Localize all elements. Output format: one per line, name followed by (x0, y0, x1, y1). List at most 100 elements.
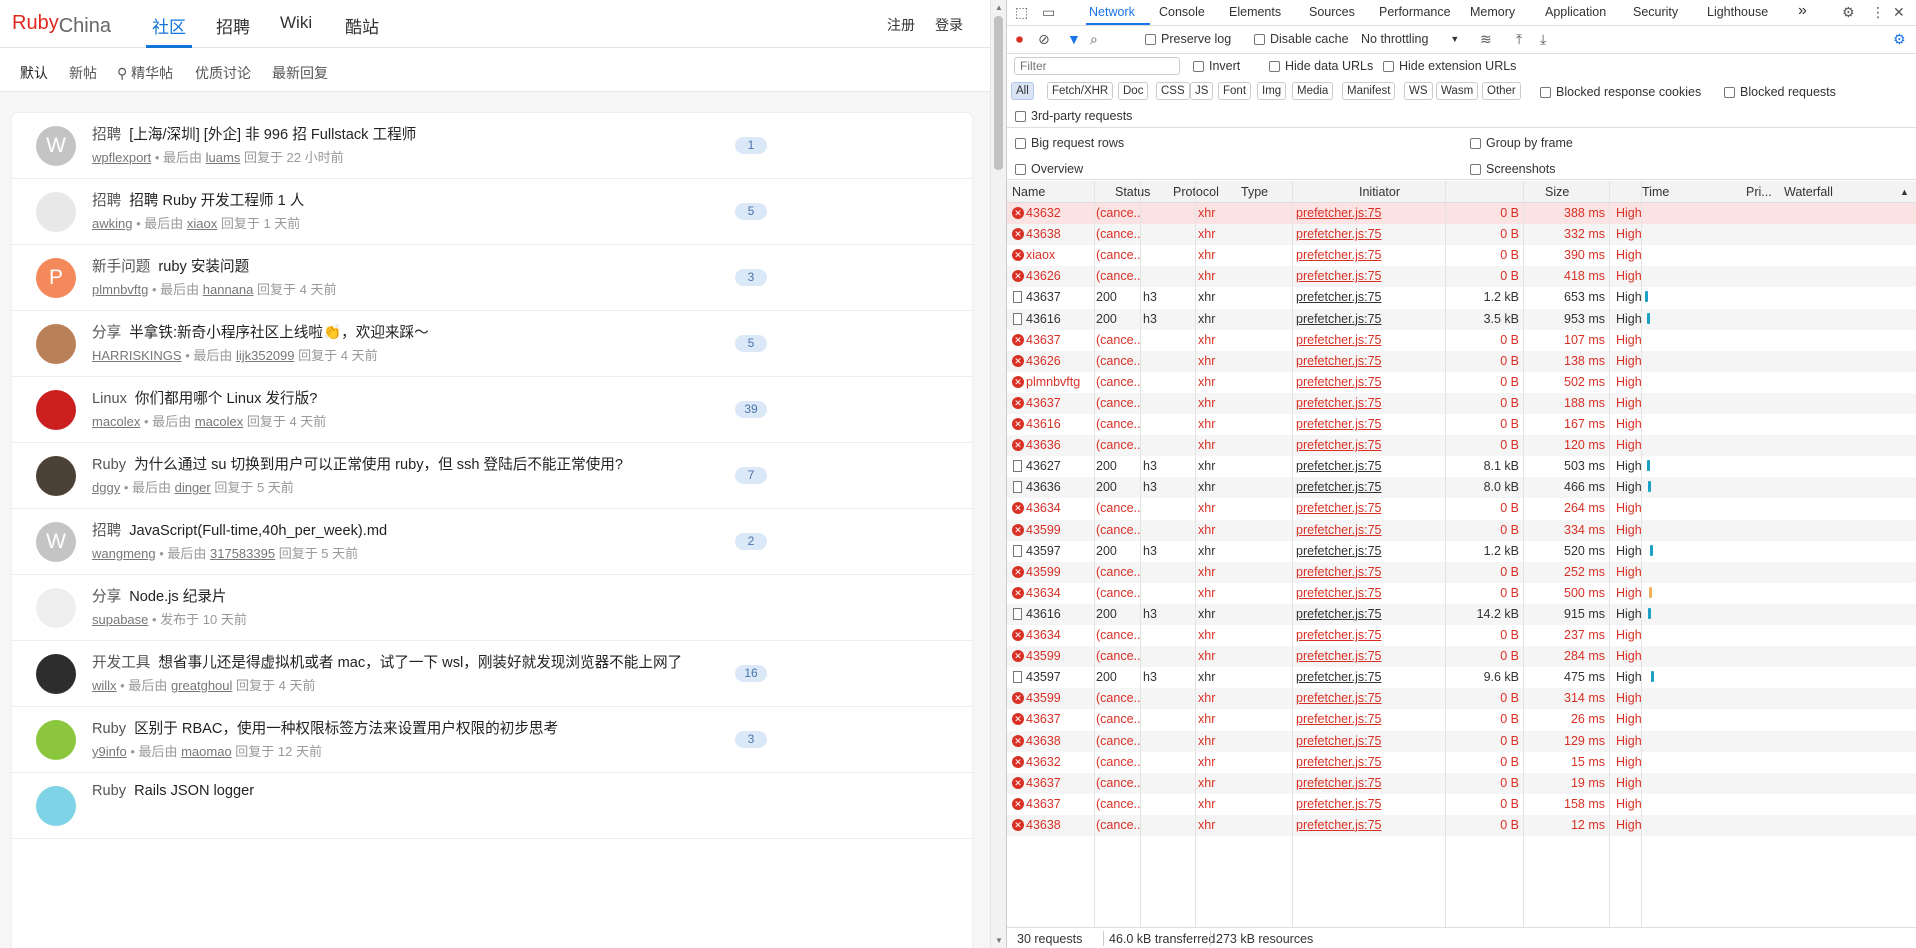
avatar[interactable]: P (36, 258, 76, 298)
topic-title[interactable]: 招聘 JavaScript(Full-time,40h_per_week).md (92, 519, 387, 540)
request-row[interactable]: 43597 200 h3 xhr prefetcher.js:75 9.6 kB 475 m… (1007, 667, 1916, 688)
request-initiator[interactable]: prefetcher.js:75 (1296, 354, 1446, 368)
request-row[interactable]: ✕ 43637 (cance... xhr prefetcher.js:75 0 B 188… (1007, 392, 1916, 414)
chip-ws[interactable]: WS (1404, 82, 1433, 100)
reply-count-badge[interactable]: 3 (735, 269, 767, 286)
request-initiator[interactable]: prefetcher.js:75 (1296, 586, 1446, 600)
topic-node[interactable]: 开发工具 (92, 655, 150, 671)
request-initiator[interactable]: prefetcher.js:75 (1296, 206, 1446, 220)
topic-title-text[interactable]: 区别于 RBAC，使用一种权限标签方法来设置用户权限的初步思考 (134, 721, 558, 737)
request-row[interactable]: ✕ 43616 (cance... xhr prefetcher.js:75 0 B 167… (1007, 414, 1916, 435)
request-row[interactable]: ✕ 43599 (cance... xhr prefetcher.js:75 0 B 334… (1007, 519, 1916, 541)
chip-manifest[interactable]: Manifest (1342, 82, 1396, 100)
filter-icon[interactable]: ▼ (1067, 31, 1081, 47)
request-initiator[interactable]: prefetcher.js:75 (1296, 607, 1446, 621)
nav-wiki[interactable]: Wiki (280, 13, 312, 33)
request-row[interactable]: ✕ 43626 (cance... xhr prefetcher.js:75 0 B 418… (1007, 266, 1916, 288)
chip-css[interactable]: CSS (1156, 82, 1190, 100)
settings-gear-icon[interactable]: ⚙ (1842, 4, 1855, 21)
col-type[interactable]: Type (1241, 185, 1268, 199)
tab-sources[interactable]: Sources (1309, 5, 1355, 19)
request-initiator[interactable]: prefetcher.js:75 (1296, 501, 1446, 515)
record-stop-icon[interactable]: ⏺ (1016, 31, 1023, 48)
topic-title[interactable]: Ruby 区别于 RBAC，使用一种权限标签方法来设置用户权限的初步思考 (92, 717, 558, 738)
close-devtools-icon[interactable]: ✕ (1893, 4, 1905, 21)
request-row[interactable]: ✕ 43599 (cance... xhr prefetcher.js:75 0 B 284… (1007, 646, 1916, 668)
topic-author[interactable]: macolex (92, 414, 140, 429)
avatar[interactable]: W (36, 522, 76, 562)
topic-node[interactable]: 分享 (92, 325, 121, 341)
filter-excellent[interactable]: ⚲ 精华帖 (117, 63, 173, 83)
scroll-thumb[interactable] (994, 16, 1003, 170)
topic-title[interactable]: 开发工具 想省事儿还是得虚拟机或者 mac，试了一下 wsl，刚装好就发现浏览器不… (92, 651, 682, 672)
request-initiator[interactable]: prefetcher.js:75 (1296, 797, 1446, 811)
request-row[interactable]: 43636 200 h3 xhr prefetcher.js:75 8.0 kB 466 m… (1007, 477, 1916, 499)
request-initiator[interactable]: prefetcher.js:75 (1296, 269, 1446, 283)
topic-title-text[interactable]: 你们都用哪个 Linux 发行版? (135, 391, 317, 407)
topic-last-replier[interactable]: 317583395 (210, 546, 275, 561)
tab-performance[interactable]: Performance (1379, 5, 1451, 19)
col-status[interactable]: Status (1115, 185, 1150, 199)
chip-wasm[interactable]: Wasm (1436, 82, 1479, 100)
tab-console[interactable]: Console (1159, 5, 1205, 19)
request-row[interactable]: ✕ 43638 (cance... xhr prefetcher.js:75 0 B 129… (1007, 730, 1916, 752)
import-har-icon[interactable]: ⤒ (1516, 31, 1522, 48)
topic-author[interactable]: dggy (92, 480, 120, 495)
request-initiator[interactable]: prefetcher.js:75 (1296, 712, 1446, 726)
topic-item[interactable]: P 新手问题 ruby 安装问题 plmnbvftg • 最后由 hannana 回复… (12, 245, 972, 311)
topic-item[interactable]: 分享 半拿铁:新奇小程序社区上线啦👏，欢迎来踩～ HARRISKINGS • 最后由… (12, 311, 972, 377)
filter-popular[interactable]: 优质讨论 (195, 63, 251, 83)
topic-title[interactable]: 招聘 [上海/深圳] [外企] 非 996 招 Fullstack 工程师 (92, 123, 416, 144)
chip-other[interactable]: Other (1482, 82, 1521, 100)
topic-author[interactable]: HARRISKINGS (92, 348, 182, 363)
tab-lighthouse[interactable]: Lighthouse (1707, 5, 1768, 19)
big-rows-checkbox[interactable]: Big request rows (1015, 136, 1124, 150)
topic-author[interactable]: awking (92, 216, 132, 231)
chip-fetch-xhr[interactable]: Fetch/XHR (1047, 82, 1114, 100)
request-initiator[interactable]: prefetcher.js:75 (1296, 417, 1446, 431)
topic-node[interactable]: Ruby (92, 721, 126, 737)
topic-author[interactable]: y9info (92, 744, 127, 759)
request-row[interactable]: ✕ xiaox (cance... xhr prefetcher.js:75 0 B 390… (1007, 245, 1916, 266)
tab-application[interactable]: Application (1545, 5, 1606, 19)
tab-network[interactable]: Network (1089, 5, 1135, 19)
kebab-menu-icon[interactable]: ⋮ (1871, 4, 1885, 21)
filter-input[interactable] (1014, 57, 1180, 75)
screenshots-checkbox[interactable]: Screenshots (1470, 162, 1555, 176)
request-row[interactable]: ✕ 43637 (cance... xhr prefetcher.js:75 0 B 158… (1007, 794, 1916, 815)
request-initiator[interactable]: prefetcher.js:75 (1296, 333, 1446, 347)
topic-author[interactable]: wpflexport (92, 150, 151, 165)
clear-icon[interactable]: ⊘ (1038, 31, 1050, 48)
request-row[interactable]: ✕ 43632 (cance... xhr prefetcher.js:75 0 B 388… (1007, 203, 1916, 224)
request-initiator[interactable]: prefetcher.js:75 (1296, 312, 1446, 326)
request-initiator[interactable]: prefetcher.js:75 (1296, 734, 1446, 748)
col-name[interactable]: Name (1012, 185, 1045, 199)
request-row[interactable]: ✕ 43599 (cance... xhr prefetcher.js:75 0 B 314… (1007, 688, 1916, 710)
topic-node[interactable]: 新手问题 (92, 259, 150, 275)
filter-default[interactable]: 默认 (20, 63, 48, 83)
group-by-frame-checkbox[interactable]: Group by frame (1470, 136, 1573, 150)
topic-item[interactable]: Ruby 为什么通过 su 切换到用户可以正常使用 ruby，但 ssh 登陆后不… (12, 443, 972, 509)
topic-last-replier[interactable]: xiaox (187, 216, 217, 231)
blocked-cookies-checkbox[interactable]: Blocked response cookies (1540, 85, 1701, 99)
topic-title[interactable]: 新手问题 ruby 安装问题 (92, 255, 249, 276)
topic-title[interactable]: 分享 半拿铁:新奇小程序社区上线啦👏，欢迎来踩～ (92, 321, 429, 342)
reply-count-badge[interactable]: 2 (735, 533, 767, 550)
avatar[interactable]: W (36, 126, 76, 166)
topic-title-text[interactable]: [上海/深圳] [外企] 非 996 招 Fullstack 工程师 (129, 127, 416, 143)
request-initiator[interactable]: prefetcher.js:75 (1296, 818, 1446, 832)
topic-item[interactable]: Ruby Rails JSON logger (12, 773, 972, 839)
topic-node[interactable]: 招聘 (92, 127, 121, 143)
tab-elements[interactable]: Elements (1229, 5, 1281, 19)
avatar[interactable] (36, 390, 76, 430)
topic-author[interactable]: willx (92, 678, 117, 693)
request-initiator[interactable]: prefetcher.js:75 (1296, 523, 1446, 537)
export-har-icon[interactable]: ⤓ (1540, 31, 1546, 48)
topic-node[interactable]: 分享 (92, 589, 121, 605)
scroll-down-icon[interactable]: ▼ (995, 936, 1003, 945)
request-initiator[interactable]: prefetcher.js:75 (1296, 755, 1446, 769)
request-initiator[interactable]: prefetcher.js:75 (1296, 396, 1446, 410)
request-initiator[interactable]: prefetcher.js:75 (1296, 649, 1446, 663)
avatar[interactable] (36, 324, 76, 364)
topic-last-replier[interactable]: macolex (195, 414, 243, 429)
